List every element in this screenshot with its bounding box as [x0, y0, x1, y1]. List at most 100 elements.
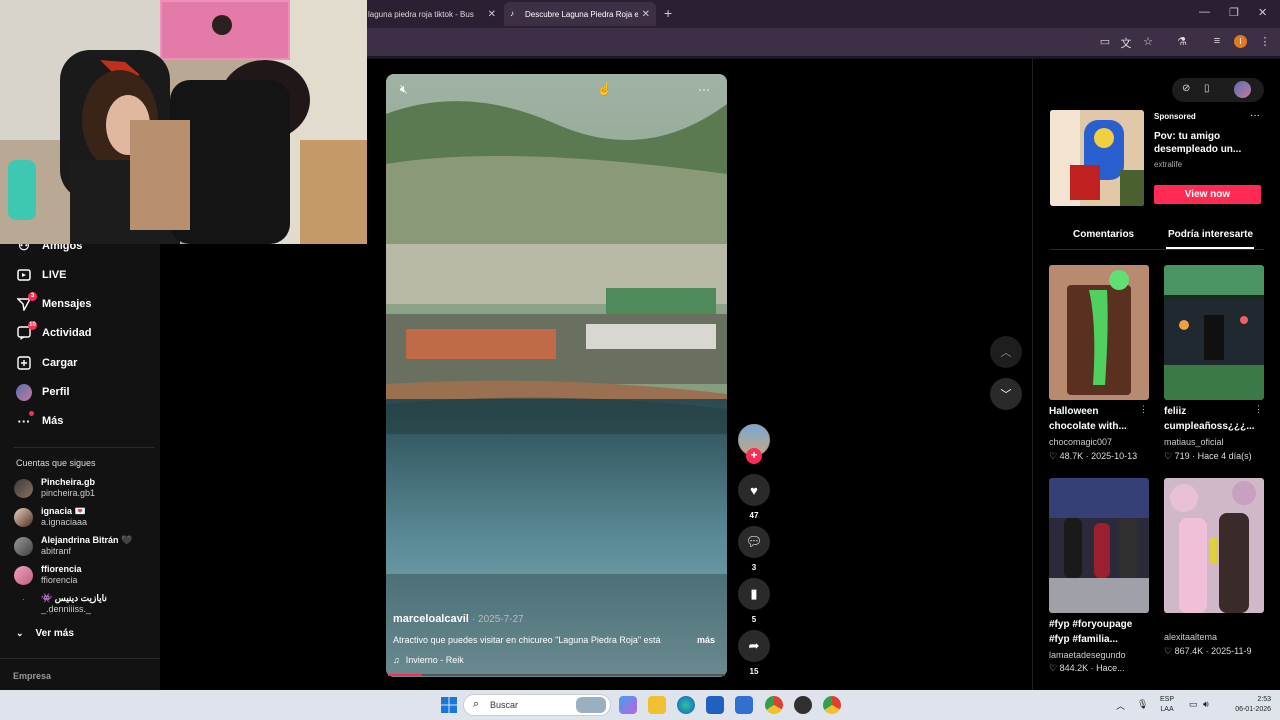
close-tab-icon[interactable]: ✕: [488, 9, 496, 20]
video-card-thumbnail[interactable]: [1049, 478, 1149, 613]
start-button[interactable]: [440, 696, 458, 714]
video-card-title[interactable]: Halloween chocolate with...: [1049, 404, 1139, 434]
followed-account[interactable]: Alejandrina Bitrán 🖤 abitranf: [14, 533, 154, 559]
video-card-author[interactable]: alexitaaltema: [1164, 632, 1217, 642]
search-placeholder: Buscar: [490, 700, 519, 710]
tray-chevron-icon[interactable]: ︿: [1116, 699, 1125, 712]
video-card-title[interactable]: feliiz cumpleañoss¿¿¿...: [1164, 404, 1255, 434]
save-button[interactable]: ▮: [738, 578, 770, 610]
tab-comments[interactable]: Comentarios: [1073, 229, 1134, 240]
tab-suggested[interactable]: Podría interesarte: [1168, 229, 1253, 240]
video-author-line[interactable]: marceloalcavil · 2025-7-27: [393, 613, 524, 625]
mute-icon[interactable]: 🔇︎: [400, 82, 408, 97]
video-card-meta: ♡ 867.4K · 2025-11-9: [1164, 646, 1251, 657]
sidebar-item-live[interactable]: LIVE: [0, 262, 160, 288]
comment-button[interactable]: 💬︎: [738, 526, 770, 558]
network-icon[interactable]: ▭: [1189, 699, 1198, 710]
video-card-meta: ♡ 844.2K · Hace...: [1049, 663, 1125, 674]
taskbar-search[interactable]: ⌕ Buscar: [463, 694, 611, 716]
avatar: [14, 566, 33, 585]
ad-options-icon[interactable]: ···: [1250, 110, 1260, 121]
followed-account[interactable]: ignacia 💌 a.ignaciaaa: [14, 504, 154, 530]
video-card-author[interactable]: matiaus_oficial: [1164, 437, 1224, 447]
video-options-icon[interactable]: ···: [698, 82, 710, 96]
see-more-button[interactable]: ⌄ Ver más: [16, 628, 74, 639]
card-date: Hace 4 día(s): [1197, 451, 1252, 461]
microphone-icon[interactable]: 🎙︎: [1137, 699, 1148, 710]
browser-tab-active[interactable]: ♪ Descubre Laguna Piedra Roja e ✕: [504, 2, 656, 26]
ad-title[interactable]: Pov: tu amigo desempleado un...: [1154, 130, 1254, 156]
account-handle: abitranf: [41, 546, 72, 556]
chrome-icon[interactable]: [765, 696, 783, 714]
window-close-icon[interactable]: ✕: [1258, 6, 1267, 19]
taskbar-clock[interactable]: 2:53 06-01-2026: [1223, 695, 1271, 715]
video-card-author[interactable]: chocomagic007: [1049, 437, 1112, 447]
volume-icon[interactable]: 🔊︎: [1203, 699, 1209, 710]
translate-icon[interactable]: 文: [1119, 35, 1133, 51]
video-player[interactable]: [386, 74, 727, 677]
reading-list-icon[interactable]: ≡: [1210, 35, 1224, 47]
card-date: 2025-10-13: [1091, 451, 1138, 461]
browser-profile-avatar[interactable]: I: [1234, 35, 1247, 48]
screen: laguna piedra roja tiktok - Bus ✕ ♪ Desc…: [0, 0, 1280, 720]
share-button[interactable]: ➦: [738, 630, 770, 662]
copilot-icon[interactable]: [619, 696, 637, 714]
next-video-button[interactable]: ﹀: [990, 378, 1022, 410]
video-card-thumbnail[interactable]: [1164, 478, 1264, 613]
extensions-icon[interactable]: ⚗: [1175, 35, 1189, 48]
cast-icon[interactable]: ▭: [1098, 35, 1112, 48]
video-progress-bar[interactable]: [388, 674, 725, 676]
followed-account[interactable]: ffiorencia ffiorencia: [14, 562, 154, 588]
card-likes: 48.7K: [1059, 451, 1084, 461]
file-explorer-icon[interactable]: [648, 696, 666, 714]
followed-account[interactable]: · 👾 نايازيت دينيس _.denniiiss._: [14, 591, 154, 617]
video-card-thumbnail[interactable]: [1049, 265, 1149, 400]
browser-menu-icon[interactable]: ⋮: [1258, 35, 1272, 48]
close-tab-icon[interactable]: ✕: [642, 9, 650, 20]
sidebar-item-activity[interactable]: 10 Actividad: [0, 320, 160, 346]
user-avatar[interactable]: [1234, 81, 1251, 98]
card-options-icon[interactable]: ⋮: [1139, 404, 1148, 415]
like-button[interactable]: ♥: [738, 474, 770, 506]
sidebar-item-label: Más: [42, 415, 64, 427]
outlook-icon[interactable]: [735, 696, 753, 714]
sidebar-item-upload[interactable]: Cargar: [0, 350, 160, 376]
sidebar-item-messages[interactable]: 3 Mensajes: [0, 291, 160, 317]
restore-icon[interactable]: ❐: [1229, 6, 1239, 19]
obs-icon[interactable]: [794, 696, 812, 714]
tab-title: Descubre Laguna Piedra Roja e: [525, 9, 638, 19]
share-icon: ➦: [748, 638, 760, 653]
like-count: 47: [749, 511, 759, 520]
ad-thumbnail[interactable]: [1050, 110, 1144, 206]
video-card-title[interactable]: #fyp #foryoupage #fyp #familia...: [1049, 617, 1139, 647]
minimize-icon[interactable]: —: [1199, 6, 1210, 18]
caption-more-button[interactable]: más: [697, 635, 715, 645]
keyboard-language[interactable]: ESP LAA: [1160, 695, 1174, 715]
sidebar-item-more[interactable]: ··· Más: [0, 408, 160, 434]
right-panel-tools: ⊘ ▯: [1172, 78, 1264, 102]
store-icon[interactable]: [706, 696, 724, 714]
browser-tab[interactable]: laguna piedra roja tiktok - Bus ✕: [362, 2, 502, 26]
footer-company-link[interactable]: Empresa: [13, 671, 51, 681]
activity-badge: 10: [28, 321, 37, 330]
ad-cta-button[interactable]: View now: [1154, 185, 1261, 204]
chrome-profile-icon[interactable]: [823, 696, 841, 714]
video-card-thumbnail[interactable]: [1164, 265, 1264, 400]
lang-layout: LAA: [1160, 706, 1174, 713]
edge-icon[interactable]: [677, 696, 695, 714]
sidebar-item-profile[interactable]: Perfil: [0, 379, 160, 405]
see-more-label: Ver más: [35, 628, 74, 639]
video-card-author[interactable]: lamaetadesegundo: [1049, 650, 1126, 660]
followed-account[interactable]: Pincheira.gb pincheira.gb1: [14, 475, 154, 501]
device-icon[interactable]: ▯: [1204, 83, 1210, 94]
bookmark-star-icon[interactable]: ☆: [1141, 35, 1155, 48]
music-title: Invierno - Reik: [405, 655, 464, 665]
compass-icon[interactable]: ⊘: [1182, 83, 1190, 94]
video-music[interactable]: ♫ Invierno - Reik: [393, 655, 464, 665]
card-options-icon[interactable]: ⋮: [1254, 404, 1263, 415]
avatar: [14, 537, 33, 556]
follow-plus-icon[interactable]: +: [746, 448, 762, 464]
new-tab-button[interactable]: +: [664, 5, 672, 21]
previous-video-button[interactable]: ︿: [990, 336, 1022, 368]
activity-icon: 10: [16, 321, 37, 341]
